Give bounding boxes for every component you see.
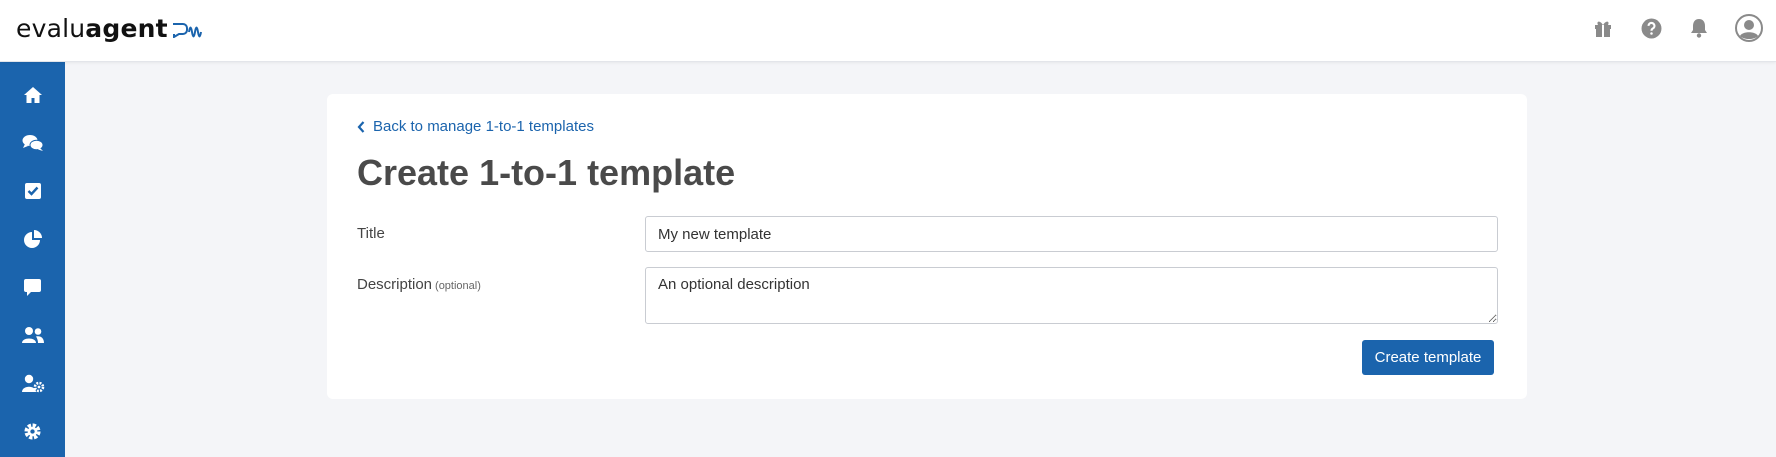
chat-icon <box>24 278 41 296</box>
user-avatar-icon[interactable] <box>1734 13 1764 43</box>
sidebar-item-user-settings[interactable] <box>0 365 65 401</box>
home-icon <box>23 87 42 103</box>
checkbox-icon <box>24 183 41 199</box>
sidebar-item-home[interactable] <box>0 77 65 113</box>
logo-wave-icon <box>171 18 203 38</box>
title-input[interactable] <box>645 216 1498 252</box>
users-icon <box>21 327 44 343</box>
chevron-left-icon <box>357 120 365 133</box>
gear-icon <box>24 422 41 440</box>
gift-icon[interactable] <box>1590 15 1616 41</box>
sidebar-item-settings[interactable] <box>0 413 65 449</box>
sidebar-item-conversations[interactable] <box>0 125 65 161</box>
description-label: Description (optional) <box>357 276 481 293</box>
sidebar <box>0 62 65 457</box>
back-to-templates-link[interactable]: Back to manage 1-to-1 templates <box>357 118 594 135</box>
top-icons <box>1590 0 1776 56</box>
page-title: Create 1-to-1 template <box>357 152 736 193</box>
sidebar-item-messages[interactable] <box>0 269 65 305</box>
evaluagent-logo[interactable]: evalu agent <box>16 10 203 46</box>
pie-chart-icon <box>23 230 42 248</box>
sidebar-item-reports[interactable] <box>0 221 65 257</box>
user-settings-icon <box>21 374 44 392</box>
create-template-card: Back to manage 1-to-1 templates Create 1… <box>327 94 1527 399</box>
help-icon[interactable] <box>1638 15 1664 41</box>
optional-hint: (optional) <box>435 280 481 292</box>
bell-icon[interactable] <box>1686 15 1712 41</box>
description-textarea[interactable]: An optional description <box>645 267 1498 324</box>
logo-text-bold: agent <box>85 13 168 43</box>
sidebar-item-users[interactable] <box>0 317 65 353</box>
create-template-button[interactable]: Create template <box>1362 340 1494 375</box>
sidebar-item-tasks[interactable] <box>0 173 65 209</box>
title-label: Title <box>357 225 385 242</box>
description-label-text: Description <box>357 276 433 293</box>
logo-text-light: evalu <box>16 13 86 43</box>
comments-icon <box>22 135 43 151</box>
back-link-label: Back to manage 1-to-1 templates <box>373 118 594 135</box>
top-bar: evalu agent <box>0 0 1776 62</box>
